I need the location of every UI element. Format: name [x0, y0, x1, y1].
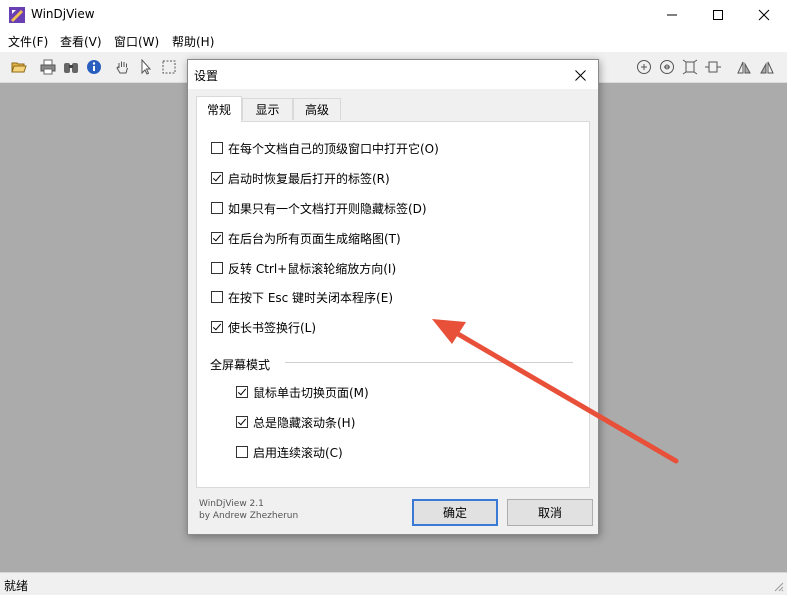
resize-grip-icon[interactable]: [772, 580, 784, 592]
group-divider: [285, 362, 573, 363]
find-icon[interactable]: [62, 58, 80, 76]
minimize-button[interactable]: [649, 0, 695, 30]
option-label: 如果只有一个文档打开则隐藏标签(D): [228, 201, 427, 216]
tab-advanced[interactable]: 高级: [293, 98, 341, 120]
fit-width-icon[interactable]: [704, 58, 722, 76]
option-label: 总是隐藏滚动条(H): [253, 415, 356, 430]
option-generate-thumbnails[interactable]: 在后台为所有页面生成缩略图(T): [211, 230, 401, 246]
menu-window[interactable]: 窗口(W): [114, 33, 159, 50]
checkbox[interactable]: [236, 386, 248, 398]
checkbox[interactable]: [211, 232, 223, 244]
info-icon[interactable]: [85, 58, 103, 76]
window-title: WinDjView: [31, 7, 95, 21]
checkbox[interactable]: [211, 291, 223, 303]
zoom-out-icon[interactable]: [658, 58, 676, 76]
option-invert-wheel-zoom[interactable]: 反转 Ctrl+鼠标滚轮缩放方向(I): [211, 260, 396, 276]
cancel-button[interactable]: 取消: [507, 499, 593, 526]
close-button[interactable]: [741, 0, 787, 30]
menu-file[interactable]: 文件(F): [8, 33, 48, 50]
checkbox[interactable]: [211, 321, 223, 333]
option-restore-tabs[interactable]: 启动时恢复最后打开的标签(R): [211, 170, 390, 186]
option-hide-single-tab[interactable]: 如果只有一个文档打开则隐藏标签(D): [211, 200, 427, 216]
about-author: by Andrew Zhezherun: [199, 511, 299, 521]
option-hide-scrollbars[interactable]: 总是隐藏滚动条(H): [236, 414, 355, 430]
maximize-button[interactable]: [695, 0, 741, 30]
tab-general[interactable]: 常规: [196, 96, 242, 122]
fullscreen-group-label: 全屏幕模式: [210, 358, 271, 372]
option-label: 启用连续滚动(C): [253, 445, 343, 460]
dialog-title-bar: 设置: [188, 60, 598, 89]
open-icon[interactable]: [10, 58, 28, 76]
rotate-left-icon[interactable]: [735, 58, 753, 76]
checkbox[interactable]: [211, 142, 223, 154]
close-icon: [574, 69, 586, 81]
menu-bar: 文件(F) 查看(V) 窗口(W) 帮助(H): [0, 30, 787, 52]
dialog-title: 设置: [194, 69, 219, 83]
checkbox[interactable]: [211, 262, 223, 274]
about-version: WinDjView 2.1: [199, 499, 264, 509]
option-label: 启动时恢复最后打开的标签(R): [228, 171, 390, 186]
settings-dialog: 设置 常规 显示 高级 在每个文档自己的顶级窗口中打开它(O) 启动时恢复最后打…: [187, 59, 599, 535]
dialog-close-button[interactable]: [568, 63, 592, 87]
option-label: 反转 Ctrl+鼠标滚轮缩放方向(I): [228, 261, 397, 276]
status-bar: 就绪: [0, 572, 787, 595]
option-label: 在按下 Esc 键时关闭本程序(E): [228, 290, 394, 305]
windjview-app-icon: [9, 7, 25, 23]
fit-page-icon[interactable]: [681, 58, 699, 76]
close-icon: [758, 9, 770, 21]
checkbox[interactable]: [211, 202, 223, 214]
option-wrap-bookmarks[interactable]: 使长书签换行(L): [211, 319, 316, 335]
menu-help[interactable]: 帮助(H): [172, 33, 214, 50]
option-label: 使长书签换行(L): [228, 320, 317, 335]
option-label: 鼠标单击切换页面(M): [253, 385, 369, 400]
rotate-right-icon[interactable]: [758, 58, 776, 76]
status-text: 就绪: [4, 579, 29, 593]
print-icon[interactable]: [39, 58, 57, 76]
option-continuous-scroll[interactable]: 启用连续滚动(C): [236, 444, 343, 460]
menu-view[interactable]: 查看(V): [60, 33, 102, 50]
minimize-icon: [667, 14, 677, 16]
checkbox[interactable]: [211, 172, 223, 184]
option-click-switch-page[interactable]: 鼠标单击切换页面(M): [236, 384, 369, 400]
tab-display[interactable]: 显示: [242, 98, 293, 120]
marquee-icon[interactable]: [160, 58, 178, 76]
checkbox[interactable]: [236, 416, 248, 428]
maximize-icon: [713, 10, 723, 20]
checkbox[interactable]: [236, 446, 248, 458]
option-open-own-window[interactable]: 在每个文档自己的顶级窗口中打开它(O): [211, 140, 439, 156]
option-label: 在后台为所有页面生成缩略图(T): [228, 231, 401, 246]
option-esc-close[interactable]: 在按下 Esc 键时关闭本程序(E): [211, 289, 393, 305]
zoom-in-icon[interactable]: [635, 58, 653, 76]
select-icon[interactable]: [137, 58, 155, 76]
title-bar: WinDjView: [0, 0, 787, 30]
ok-button[interactable]: 确定: [412, 499, 498, 526]
hand-icon[interactable]: [114, 58, 132, 76]
option-label: 在每个文档自己的顶级窗口中打开它(O): [228, 141, 439, 156]
